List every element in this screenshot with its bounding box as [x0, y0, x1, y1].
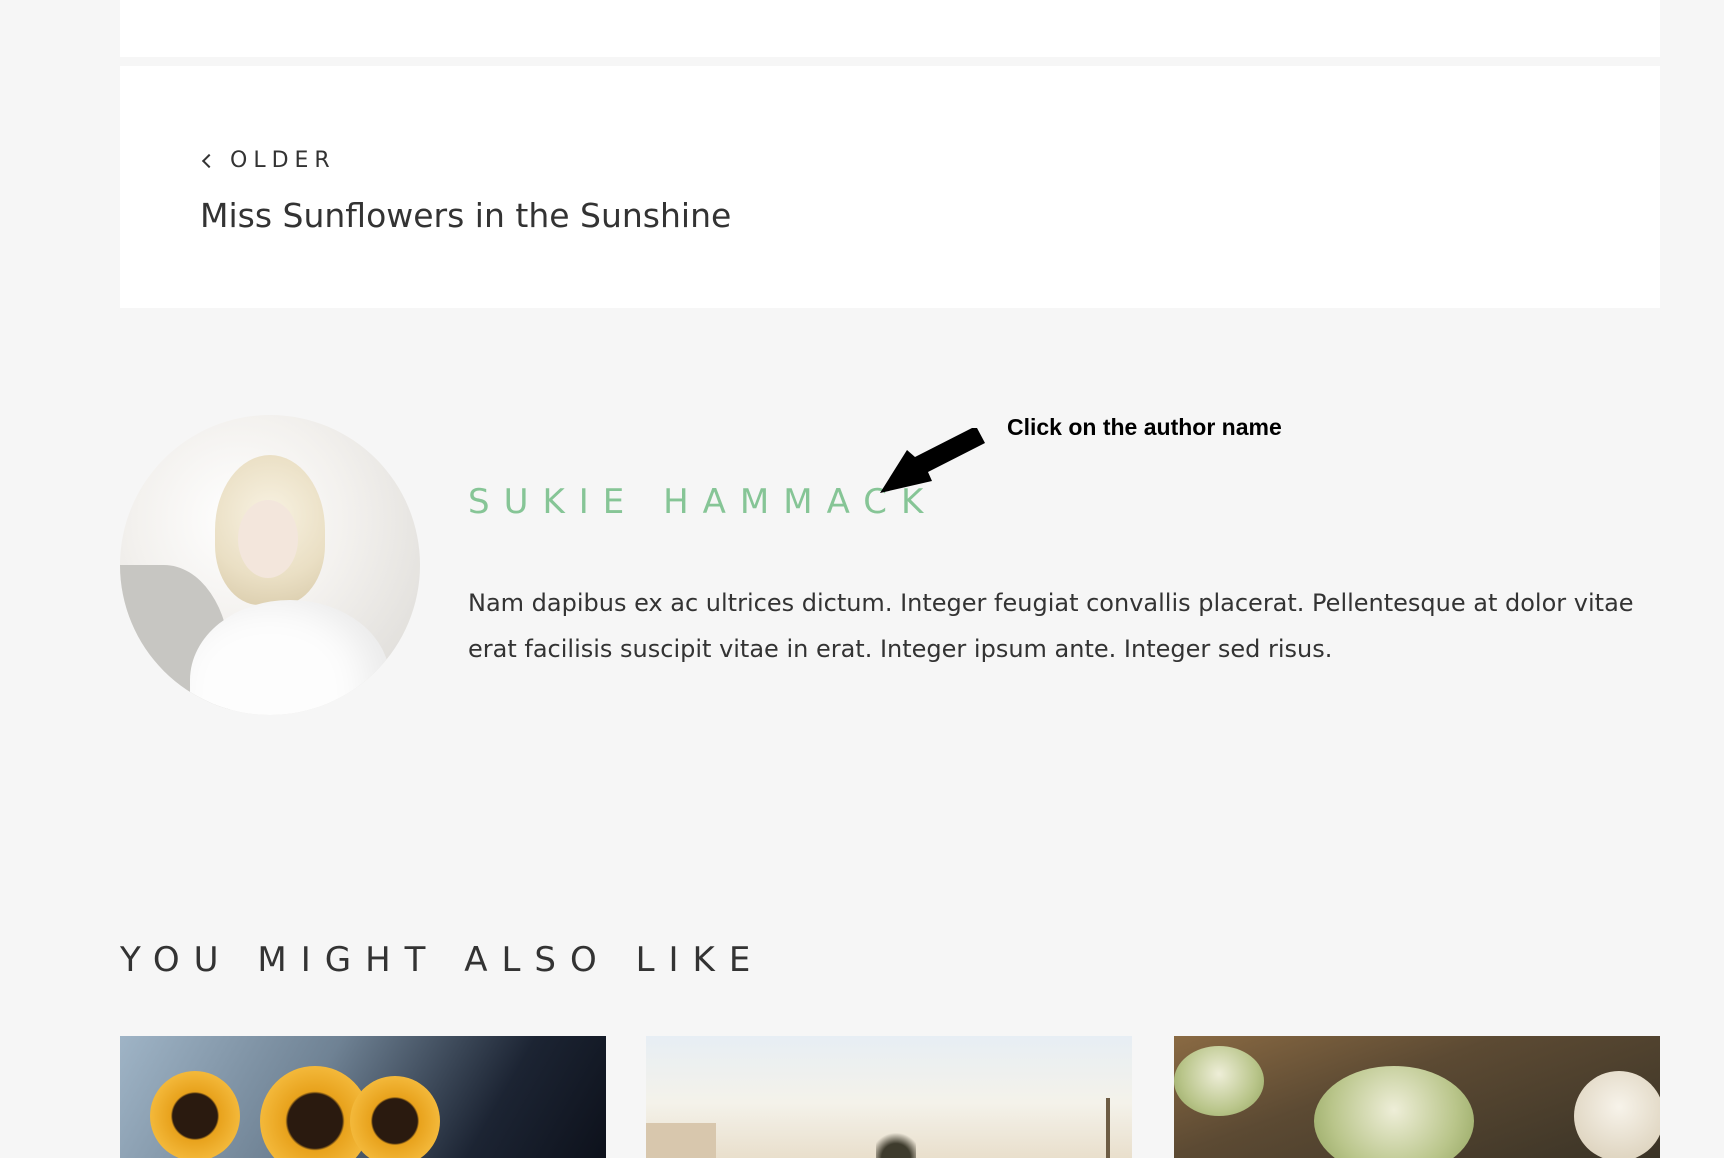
- pole-shape: [1106, 1098, 1110, 1158]
- related-posts-heading: YOU MIGHT ALSO LIKE: [120, 940, 765, 980]
- related-post-card-1[interactable]: [120, 1036, 606, 1158]
- bowl-shape: [1314, 1066, 1474, 1158]
- older-post-link[interactable]: OLDER: [200, 148, 336, 173]
- related-post-card-3[interactable]: [1174, 1036, 1660, 1158]
- annotation-text: Click on the author name: [1007, 414, 1282, 440]
- avatar-face-shape: [238, 500, 298, 578]
- author-avatar[interactable]: [120, 415, 420, 715]
- sunflower-shape: [150, 1071, 240, 1158]
- sunflower-shape: [350, 1076, 440, 1158]
- chevron-left-icon: [201, 153, 217, 168]
- related-post-card-2[interactable]: [646, 1036, 1132, 1158]
- post-navigation-card: OLDER Miss Sunflowers in the Sunshine: [120, 66, 1660, 308]
- cup-shape: [1574, 1071, 1660, 1158]
- bowl-shape: [1174, 1046, 1264, 1116]
- palm-tree-shape: [876, 1128, 916, 1158]
- previous-card: [120, 0, 1660, 57]
- building-shape: [646, 1123, 716, 1158]
- author-name-link[interactable]: SUKIE HAMMACK: [468, 482, 937, 522]
- older-post-title[interactable]: Miss Sunflowers in the Sunshine: [200, 196, 731, 235]
- arrow-icon: [880, 428, 985, 493]
- author-bio: Nam dapibus ex ac ultrices dictum. Integ…: [468, 589, 1634, 663]
- older-label: OLDER: [230, 148, 336, 173]
